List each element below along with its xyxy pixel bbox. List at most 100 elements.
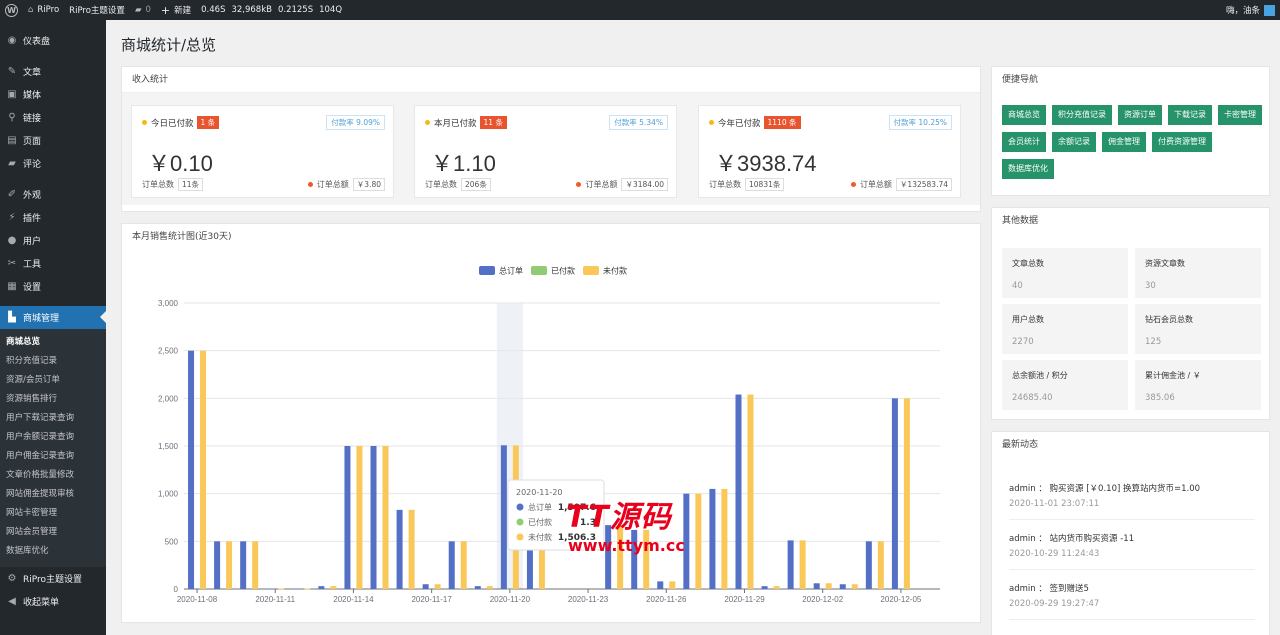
sales-bar-chart[interactable]: 0 500 1,000 1,500 2,000 2,500 3,000 2020-11-08 2… (122, 252, 980, 624)
quick-nav-button[interactable]: 数据库优化 (1002, 159, 1054, 179)
bar (214, 541, 221, 589)
bar (292, 588, 299, 590)
order-total: ￥3184.00 (621, 178, 668, 191)
stat-queries: 104Q (319, 5, 343, 15)
dot-icon (850, 182, 856, 187)
menu-tools[interactable]: ✂ 工具 (0, 252, 106, 275)
x-tick-label: 2020-11-26 (646, 595, 687, 604)
comments-link[interactable]: ▰ 0 (130, 0, 156, 20)
bar (486, 586, 493, 589)
menu-appearance[interactable]: ✐ 外观 (0, 183, 106, 206)
sales-chart-card: 本月销售统计图(近30天) 0 500 1,000 1,500 2,000 2,500 3,… (121, 223, 981, 623)
media-icon: ▣ (7, 89, 17, 100)
submenu-item[interactable]: 数据库优化 (0, 542, 106, 561)
activity-item: admin ： 购买资源 [￥0.10] 换算站内货币=1.00 2020-11-… (1009, 482, 1255, 520)
my-account-link[interactable]: 嗨，油条 (1221, 0, 1280, 20)
bar (408, 509, 415, 589)
menu-pages[interactable]: ▤ 页面 (0, 129, 106, 152)
submenu-item[interactable]: 文章价格批量修改 (0, 466, 106, 485)
perf-stats: 0.46S 32,968kB 0.2125S 104Q (196, 0, 347, 20)
menu-media[interactable]: ▣ 媒体 (0, 83, 106, 106)
collapse-menu-button[interactable]: ◀ 收起菜单 (0, 590, 106, 613)
bar (877, 541, 884, 589)
bar (657, 581, 664, 589)
bar (266, 588, 273, 590)
new-content-link[interactable]: + 新建 (156, 0, 196, 20)
home-icon: ⌂ (28, 5, 34, 15)
menu-comments[interactable]: ▰ 评论 (0, 152, 106, 175)
quick-nav-button[interactable]: 余额记录 (1052, 132, 1096, 152)
order-total: ￥3.80 (352, 178, 385, 191)
menu-links[interactable]: ⚲ 链接 (0, 106, 106, 129)
submenu-item[interactable]: 用户佣金记录查询 (0, 447, 106, 466)
bar (500, 445, 507, 589)
wordpress-icon: W (5, 3, 18, 17)
cart-icon: ▙ (8, 312, 16, 323)
legend-label: 未付款 (603, 266, 627, 276)
bar (240, 541, 247, 589)
plus-icon: + (160, 3, 171, 17)
rate-badge: 付款率 5.34% (609, 115, 668, 130)
quick-nav-button[interactable]: 商城总览 (1002, 105, 1046, 125)
bar (825, 583, 832, 589)
submenu-item[interactable]: 网站会员管理 (0, 523, 106, 542)
submenu-item[interactable]: 资源销售排行 (0, 390, 106, 409)
y-tick-label: 0 (174, 585, 179, 594)
tooltip-series: 已付款 (528, 517, 552, 527)
quick-nav-button[interactable]: 会员统计 (1002, 132, 1046, 152)
count-badge: 11 条 (479, 116, 507, 129)
quick-nav-button[interactable]: 资源订单 (1118, 105, 1162, 125)
quick-nav-button[interactable]: 付费资源管理 (1152, 132, 1212, 152)
y-tick-label: 1,500 (158, 442, 179, 451)
menu-users[interactable]: ● 用户 (0, 229, 106, 252)
watermark-brand: TT源码 (566, 500, 672, 535)
gear-icon: ⚙ (7, 573, 17, 584)
bar (787, 540, 794, 589)
data-cell: 钻石会员总数 125 (1135, 304, 1261, 354)
x-tick-label: 2020-11-23 (568, 595, 609, 604)
amount: ￥1.10 (431, 151, 496, 176)
data-cell: 资源文章数 30 (1135, 248, 1261, 298)
theme-settings-link[interactable]: RiPro主题设置 (64, 0, 130, 20)
menu-shop-management[interactable]: ▙ 商城管理 (0, 306, 106, 329)
dot-icon (307, 182, 313, 187)
submenu-item[interactable]: 积分充值记录 (0, 352, 106, 371)
quick-nav-button[interactable]: 下载记录 (1168, 105, 1212, 125)
tooltip-dot (516, 533, 524, 541)
site-name-link[interactable]: ⌂ RiPro (23, 0, 64, 20)
submenu-item[interactable]: 用户余额记录查询 (0, 428, 106, 447)
bar (460, 541, 467, 589)
bar (226, 541, 233, 589)
wp-logo-menu[interactable]: W (0, 0, 23, 20)
menu-dashboard[interactable]: ◉ 仪表盘 (0, 29, 106, 52)
bar (747, 394, 754, 589)
submenu-item[interactable]: 网站佣金提现审核 (0, 485, 106, 504)
data-cell: 总余额池 / 积分 24685.40 (1002, 360, 1128, 410)
user-icon: ● (7, 235, 17, 246)
y-tick-label: 3,000 (158, 299, 179, 308)
quick-nav-button[interactable]: 佣金管理 (1102, 132, 1146, 152)
quick-nav-button[interactable]: 积分充值记录 (1052, 105, 1112, 125)
submenu-item[interactable]: 网站卡密管理 (0, 504, 106, 523)
menu-settings[interactable]: ▦ 设置 (0, 275, 106, 298)
x-tick-label: 2020-11-14 (333, 595, 374, 604)
submenu-item[interactable]: 资源/会员订单 (0, 371, 106, 390)
card-title: 收入统计 (122, 67, 980, 93)
y-tick-label: 1,000 (158, 490, 179, 499)
menu-posts[interactable]: ✎ 文章 (0, 60, 106, 83)
submenu-item[interactable]: 用户下载记录查询 (0, 409, 106, 428)
bar (318, 586, 325, 589)
dashboard-icon: ◉ (7, 35, 17, 46)
x-tick-label: 2020-12-05 (880, 595, 921, 604)
comment-icon: ▰ (8, 158, 16, 169)
bar (851, 584, 858, 589)
menu-ripro-settings[interactable]: ⚙ RiPro主题设置 (0, 567, 106, 590)
bar (669, 581, 676, 589)
x-tick-label: 2020-11-17 (411, 595, 452, 604)
menu-plugins[interactable]: ⚡ 插件 (0, 206, 106, 229)
quick-nav-button[interactable]: 卡密管理 (1218, 105, 1262, 125)
tooltip-date: 2020-11-20 (516, 488, 563, 497)
wrench-icon: ✂ (7, 258, 17, 269)
submenu-item[interactable]: 商城总览 (0, 333, 106, 352)
bar (434, 584, 441, 589)
